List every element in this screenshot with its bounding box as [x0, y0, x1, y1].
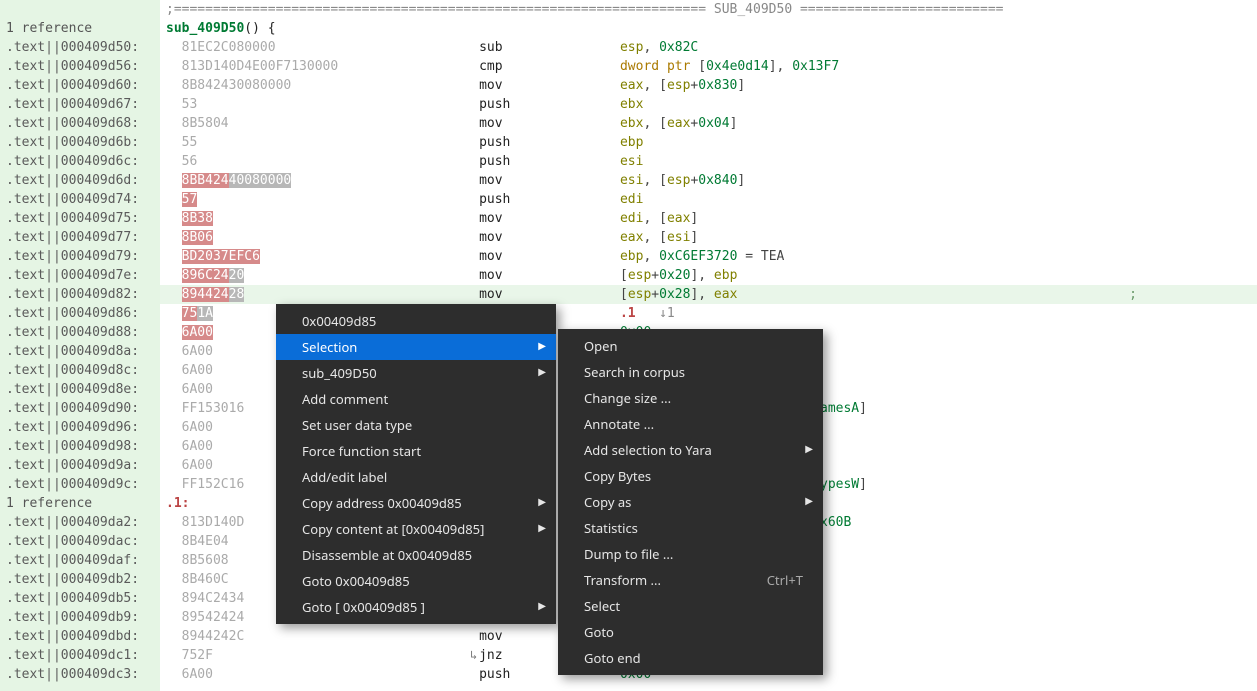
- gutter-address: .text||000409da2:: [0, 513, 160, 532]
- gutter-address: .text||000409db2:: [0, 570, 160, 589]
- gutter-blank: [0, 0, 160, 19]
- disasm-line[interactable]: 896C2420 mov [esp+0x20], ebp: [160, 266, 1257, 285]
- gutter-address: .text||000409d7e:: [0, 266, 160, 285]
- gutter-address: .text||000409d6d:: [0, 171, 160, 190]
- disasm-line[interactable]: 813D140D4E00F7130000 cmp dword ptr [0x4e…: [160, 57, 1257, 76]
- gutter-address: .text||000409d82:: [0, 285, 160, 304]
- menu-item[interactable]: Change size ...: [558, 385, 823, 411]
- gutter-address: .text||000409d77:: [0, 228, 160, 247]
- gutter-address: .text||000409d79:: [0, 247, 160, 266]
- menu-item[interactable]: Copy content at [0x00409d85]▶: [276, 516, 556, 542]
- disasm-line[interactable]: 89442428 mov [esp+0x28], eax;: [160, 285, 1257, 304]
- disasm-line[interactable]: 57 push edi: [160, 190, 1257, 209]
- gutter-address: .text||000409d9c:: [0, 475, 160, 494]
- menu-item[interactable]: Search in corpus: [558, 359, 823, 385]
- disasm-line[interactable]: 8B06 mov eax, [esi]: [160, 228, 1257, 247]
- gutter-address: .text||000409dac:: [0, 532, 160, 551]
- submenu-arrow-icon: ▶: [538, 364, 546, 378]
- function-declaration[interactable]: sub_409D50() {: [160, 19, 1257, 38]
- menu-item[interactable]: 0x00409d85: [276, 308, 556, 334]
- gutter-address: .text||000409d9a:: [0, 456, 160, 475]
- menu-item[interactable]: Selection▶: [276, 334, 556, 360]
- menu-item[interactable]: Open: [558, 333, 823, 359]
- menu-shortcut: Ctrl+T: [767, 571, 803, 589]
- disasm-line[interactable]: 56 push esi: [160, 152, 1257, 171]
- gutter-address: .text||000409dc3:: [0, 665, 160, 684]
- gutter-address: .text||000409dc1:: [0, 646, 160, 665]
- menu-item[interactable]: Copy Bytes: [558, 463, 823, 489]
- gutter-address: .text||000409d90:: [0, 399, 160, 418]
- menu-item[interactable]: Goto: [558, 619, 823, 645]
- submenu-arrow-icon: ▶: [538, 598, 546, 612]
- menu-item[interactable]: Disassemble at 0x00409d85: [276, 542, 556, 568]
- section-banner: ;=======================================…: [160, 0, 1257, 19]
- address-gutter: 1 reference .text||000409d50:.text||0004…: [0, 0, 160, 691]
- menu-item[interactable]: Force function start: [276, 438, 556, 464]
- gutter-address: .text||000409d68:: [0, 114, 160, 133]
- gutter-address: .text||000409d56:: [0, 57, 160, 76]
- menu-item[interactable]: Select: [558, 593, 823, 619]
- gutter-address: .text||000409daf:: [0, 551, 160, 570]
- gutter-address: .text||000409d8c:: [0, 361, 160, 380]
- disasm-line[interactable]: 8B5804 mov ebx, [eax+0x04]: [160, 114, 1257, 133]
- menu-item[interactable]: Statistics: [558, 515, 823, 541]
- gutter-address: .text||000409d6c:: [0, 152, 160, 171]
- selection-submenu[interactable]: OpenSearch in corpusChange size ...Annot…: [558, 329, 823, 675]
- gutter-address: .text||000409d75:: [0, 209, 160, 228]
- gutter-address: .text||000409d60:: [0, 76, 160, 95]
- gutter-address: .text||000409d50:: [0, 38, 160, 57]
- disasm-line[interactable]: 81EC2C080000 sub esp, 0x82C: [160, 38, 1257, 57]
- submenu-arrow-icon: ▶: [805, 493, 813, 507]
- disasm-line[interactable]: 8BB42440080000 mov esi, [esp+0x840]: [160, 171, 1257, 190]
- menu-item[interactable]: Goto 0x00409d85: [276, 568, 556, 594]
- menu-item[interactable]: Add/edit label: [276, 464, 556, 490]
- menu-item[interactable]: Dump to file ...: [558, 541, 823, 567]
- gutter-address: .text||000409d96:: [0, 418, 160, 437]
- disasm-line[interactable]: 8B842430080000 mov eax, [esp+0x830]: [160, 76, 1257, 95]
- menu-item[interactable]: Annotate ...: [558, 411, 823, 437]
- disasm-line[interactable]: 55 push ebp: [160, 133, 1257, 152]
- gutter-address: .text||000409d74:: [0, 190, 160, 209]
- gutter-address: .text||000409dbd:: [0, 627, 160, 646]
- reference-count-2: 1 reference: [0, 494, 160, 513]
- gutter-address: .text||000409d98:: [0, 437, 160, 456]
- gutter-address: .text||000409db5:: [0, 589, 160, 608]
- submenu-arrow-icon: ▶: [538, 338, 546, 352]
- menu-item[interactable]: Goto end: [558, 645, 823, 671]
- gutter-address: .text||000409d67:: [0, 95, 160, 114]
- menu-item[interactable]: Copy address 0x00409d85▶: [276, 490, 556, 516]
- gutter-address: .text||000409db9:: [0, 608, 160, 627]
- gutter-address: .text||000409d6b:: [0, 133, 160, 152]
- menu-item[interactable]: Transform ...Ctrl+T: [558, 567, 823, 593]
- submenu-arrow-icon: ▶: [538, 494, 546, 508]
- context-menu[interactable]: 0x00409d85Selection▶sub_409D50▶Add comme…: [276, 304, 556, 624]
- disasm-line[interactable]: BD2037EFC6 mov ebp, 0xC6EF3720 = TEA: [160, 247, 1257, 266]
- menu-item[interactable]: Add comment: [276, 386, 556, 412]
- menu-item[interactable]: Add selection to Yara▶: [558, 437, 823, 463]
- gutter-address: .text||000409d88:: [0, 323, 160, 342]
- gutter-address: .text||000409d8a:: [0, 342, 160, 361]
- submenu-arrow-icon: ▶: [538, 520, 546, 534]
- menu-item[interactable]: Goto [ 0x00409d85 ]▶: [276, 594, 556, 620]
- menu-item[interactable]: Set user data type: [276, 412, 556, 438]
- disasm-line[interactable]: 53 push ebx: [160, 95, 1257, 114]
- menu-item[interactable]: sub_409D50▶: [276, 360, 556, 386]
- reference-count: 1 reference: [0, 19, 160, 38]
- menu-item[interactable]: Copy as▶: [558, 489, 823, 515]
- gutter-address: .text||000409d86:: [0, 304, 160, 323]
- gutter-address: .text||000409d8e:: [0, 380, 160, 399]
- disasm-line[interactable]: 8B38 mov edi, [eax]: [160, 209, 1257, 228]
- submenu-arrow-icon: ▶: [805, 441, 813, 455]
